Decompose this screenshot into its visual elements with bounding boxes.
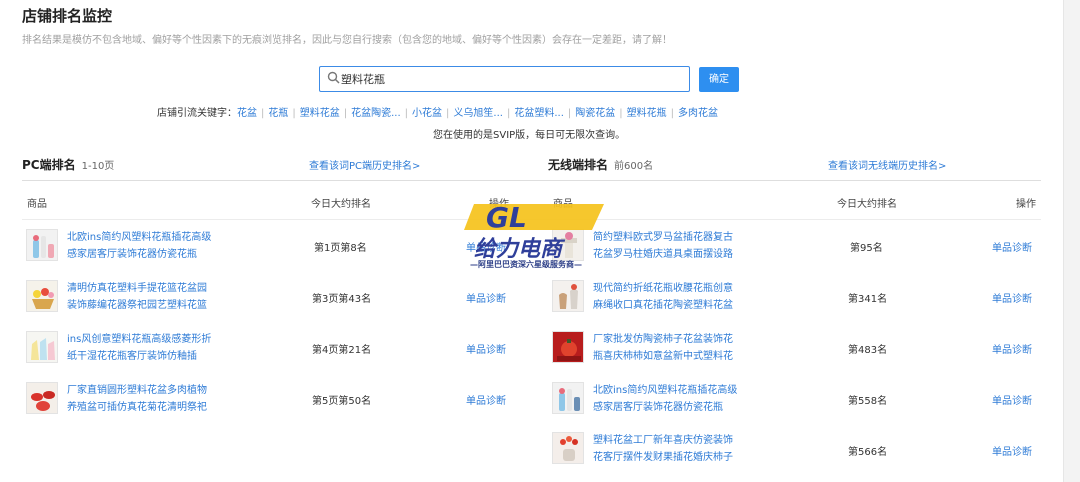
pc-history-link[interactable]: 查看该词PC端历史排名>: [309, 157, 420, 172]
pc-row: [26, 280, 58, 312]
keyword-link[interactable]: 塑料花盆: [300, 108, 340, 119]
mobile-row: [552, 280, 584, 312]
product-thumbnail[interactable]: [552, 382, 584, 414]
product-title-link[interactable]: 清明仿真花塑料手提花篮花盆园装饰藤编花器祭祀园艺塑料花篮: [67, 280, 215, 314]
page-title: 店铺排名监控: [22, 7, 113, 25]
product-title-link[interactable]: 厂家直销圆形塑料花盆多肉植物养殖盆可插仿真花菊花清明祭祀: [67, 382, 215, 416]
product-thumbnail[interactable]: [552, 280, 584, 312]
pc-rank-value: 第4页第21名: [312, 345, 372, 356]
mobile-col-action: 操作: [1016, 199, 1036, 210]
keyword-link[interactable]: 多肉花盆: [678, 108, 718, 119]
watermark-subtitle: —阿里巴巴资深六星级服务商—: [470, 260, 582, 269]
ranking-disclaimer: 排名结果是模仿不包含地域、偏好等个性因素下的无痕浏览排名，因此与您自行搜索（包含…: [22, 35, 672, 46]
product-title-link[interactable]: 厂家批发仿陶瓷柿子花盆装饰花瓶喜庆柿柿如意盆新中式塑料花: [593, 331, 741, 365]
diagnose-link[interactable]: 单品诊断: [466, 392, 506, 407]
window-scroll-strip: [1063, 0, 1080, 482]
pc-col-product: 商品: [27, 199, 47, 210]
diagnose-link[interactable]: 单品诊断: [992, 239, 1032, 254]
product-title-link[interactable]: 北欧ins简约风塑料花瓶插花高级感家居客厅装饰花器仿瓷花瓶: [593, 382, 741, 416]
diagnose-link[interactable]: 单品诊断: [992, 443, 1032, 458]
keyword-link[interactable]: 花盆陶瓷...: [351, 108, 401, 119]
pc-col-rank: 今日大约排名: [311, 199, 371, 210]
mobile-rank-value: 第558名: [848, 396, 888, 407]
mobile-row: [552, 432, 584, 464]
product-thumbnail[interactable]: [26, 280, 58, 312]
product-title-link[interactable]: ins风创意塑料花瓶高级感菱形折纸干湿花花瓶客厅装饰仿釉插: [67, 331, 215, 365]
mobile-rank-range: 前600名: [614, 161, 654, 172]
pc-page-range: 1-10页: [81, 161, 115, 172]
keyword-link[interactable]: 小花盆: [412, 108, 442, 119]
product-title-link[interactable]: 简约塑料欧式罗马盆插花器复古花盆罗马柱婚庆道具桌面摆设路: [593, 229, 741, 263]
product-title-link[interactable]: 现代简约折纸花瓶收腰花瓶创意麻绳收口真花插花陶瓷塑料花盆: [593, 280, 741, 314]
product-thumbnail[interactable]: [552, 331, 584, 363]
keyword-link[interactable]: 塑料花瓶: [627, 108, 667, 119]
product-title-link[interactable]: 塑料花盆工厂新年喜庆仿瓷装饰花客厅摆件发财果插花婚庆柿子: [593, 432, 741, 466]
diagnose-link[interactable]: 单品诊断: [992, 341, 1032, 356]
mobile-rank-value: 第341名: [848, 294, 888, 305]
search-value: 塑料花瓶: [341, 73, 385, 86]
product-thumbnail[interactable]: [26, 382, 58, 414]
pc-rank-value: 第5页第50名: [312, 396, 372, 407]
pc-row: [26, 382, 58, 414]
mobile-section-title: 无线端排名 前600名: [548, 158, 654, 172]
keyword-link[interactable]: 陶瓷花盆: [575, 108, 615, 119]
product-thumbnail[interactable]: [26, 331, 58, 363]
pc-section-title: PC端排名 1-10页: [22, 158, 115, 172]
mobile-history-link[interactable]: 查看该词无线端历史排名>: [828, 157, 946, 172]
diagnose-link[interactable]: 单品诊断: [992, 290, 1032, 305]
section-divider: [22, 180, 1041, 181]
keyword-row: 店铺引流关键字：花盆 | 花瓶 | 塑料花盆 | 花盆陶瓷... | 小花盆 | 义乌旭笙... | 花…: [157, 108, 719, 119]
search-icon: [327, 71, 340, 84]
product-title-link[interactable]: 北欧ins简约风塑料花瓶插花高级感家居客厅装饰花器仿瓷花瓶: [67, 229, 215, 263]
mobile-rank-value: 第483名: [848, 345, 888, 356]
diagnose-link[interactable]: 单品诊断: [466, 341, 506, 356]
keyword-link[interactable]: 义乌旭笙...: [453, 108, 503, 119]
mobile-col-rank: 今日大约排名: [837, 199, 897, 210]
pc-row: [26, 331, 58, 363]
watermark-logo-text: GL: [486, 201, 527, 234]
diagnose-link[interactable]: 单品诊断: [466, 290, 506, 305]
svip-notice: 您在使用的是SVIP版，每日可无限次查询。: [433, 130, 626, 141]
keyword-label: 店铺引流关键字：: [157, 108, 237, 119]
keyword-link[interactable]: 花盆塑料...: [514, 108, 564, 119]
confirm-button[interactable]: 确定: [699, 67, 739, 92]
pc-row: [26, 229, 58, 261]
mobile-rank-value: 第566名: [848, 447, 888, 458]
keyword-link[interactable]: 花瓶: [268, 108, 288, 119]
keyword-link[interactable]: 花盆: [237, 108, 257, 119]
pc-rank-value: 第3页第43名: [312, 294, 372, 305]
product-thumbnail[interactable]: [552, 432, 584, 464]
diagnose-link[interactable]: 单品诊断: [992, 392, 1032, 407]
mobile-row: [552, 382, 584, 414]
mobile-rank-value: 第95名: [850, 243, 883, 254]
product-thumbnail[interactable]: [26, 229, 58, 261]
mobile-row: [552, 331, 584, 363]
pc-rank-value: 第1页第8名: [314, 243, 367, 254]
